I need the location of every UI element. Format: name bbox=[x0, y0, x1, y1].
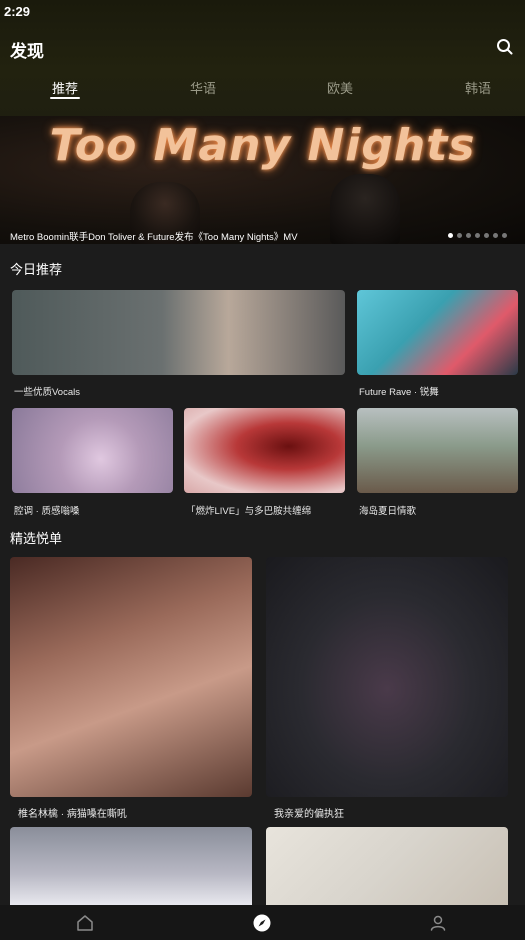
carousel-dot bbox=[457, 233, 462, 238]
status-time: 2:29 bbox=[4, 4, 31, 19]
banner-artist-image bbox=[330, 174, 400, 244]
featured-playlist-label: 椎名林檎 · 病猫嗓在嘶吼 bbox=[18, 809, 127, 820]
carousel-dot bbox=[475, 233, 480, 238]
tab-recommend[interactable]: 推荐 bbox=[49, 78, 81, 99]
banner-caption: Metro Boomin联手Don Toliver & Future发布《Too… bbox=[10, 232, 298, 243]
carousel-dot bbox=[493, 233, 498, 238]
category-tabs: 推荐 华语 欧美 韩语 bbox=[0, 78, 525, 102]
featured-playlist-card[interactable] bbox=[10, 557, 252, 797]
tab-korean[interactable]: 韩语 bbox=[465, 78, 491, 97]
carousel-dot bbox=[466, 233, 471, 238]
carousel-dot bbox=[448, 233, 453, 238]
playlist-card-label: 海岛夏日情歌 bbox=[359, 506, 417, 517]
tab-chinese[interactable]: 华语 bbox=[190, 78, 216, 97]
featured-playlist-card[interactable] bbox=[266, 557, 508, 797]
playlist-card-label: 一些优质Vocals bbox=[14, 387, 80, 398]
section-title-featured: 精选悦单 bbox=[10, 531, 63, 546]
featured-playlist-card[interactable] bbox=[10, 827, 252, 905]
playlist-card-label: Future Rave · 锐舞 bbox=[359, 387, 439, 398]
playlist-card-label: 「燃炸LIVE」与多巴胺共缠绵 bbox=[186, 506, 312, 517]
playlist-card[interactable] bbox=[357, 290, 518, 375]
banner-title: Too Many Nights bbox=[49, 120, 476, 171]
carousel-dot bbox=[484, 233, 489, 238]
page-title: 发现 bbox=[10, 42, 44, 61]
tab-western[interactable]: 欧美 bbox=[327, 78, 353, 97]
home-icon[interactable] bbox=[75, 913, 95, 933]
header: 2:29 发现 推荐 华语 欧美 韩语 bbox=[0, 0, 525, 116]
profile-icon[interactable] bbox=[428, 913, 448, 933]
section-title-today: 今日推荐 bbox=[10, 262, 63, 277]
playlist-card-label: 腔调 · 质感嗡嗓 bbox=[14, 506, 80, 517]
playlist-card[interactable] bbox=[357, 408, 518, 493]
discover-compass-icon[interactable] bbox=[252, 913, 272, 933]
banner-carousel[interactable]: Too Many Nights Metro Boomin联手Don Tolive… bbox=[0, 116, 525, 244]
featured-playlist-label: 我亲爱的偏执狂 bbox=[274, 809, 344, 820]
featured-playlist-card[interactable] bbox=[266, 827, 508, 905]
bottom-navigation bbox=[0, 905, 525, 940]
carousel-dot bbox=[502, 233, 507, 238]
search-icon[interactable] bbox=[495, 37, 515, 57]
playlist-card[interactable] bbox=[12, 408, 173, 493]
playlist-card[interactable] bbox=[12, 290, 345, 375]
carousel-indicator bbox=[448, 233, 507, 238]
playlist-card[interactable] bbox=[184, 408, 345, 493]
